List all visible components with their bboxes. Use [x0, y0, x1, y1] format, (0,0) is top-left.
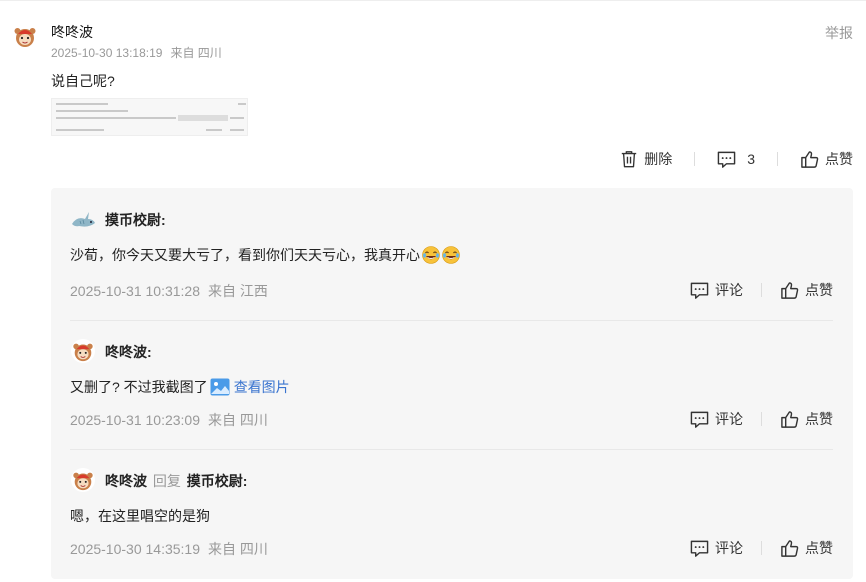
laugh-cry-icon [442, 246, 460, 264]
action-separator [761, 412, 762, 426]
reply-comment-label: 评论 [715, 540, 743, 556]
reply-timestamp: 2025-10-31 10:31:28 [70, 283, 200, 299]
reply-author[interactable]: 咚咚波 [105, 473, 147, 489]
comment-count-button[interactable]: 3 [717, 150, 755, 169]
mascot-avatar-icon [71, 339, 95, 363]
reply-like-button[interactable]: 点赞 [780, 280, 833, 300]
reply-location: 来自 四川 [208, 412, 268, 428]
avatar[interactable] [12, 23, 38, 49]
comment-action-bar: 删除 3 点赞 [620, 150, 853, 168]
mascot-avatar-icon [12, 23, 38, 49]
comment-icon [690, 410, 709, 429]
reply-like-label: 点赞 [805, 540, 833, 556]
screenshot-thumbnail[interactable] [51, 98, 248, 136]
reply-divider [70, 320, 833, 321]
mascot-avatar-icon [71, 468, 95, 492]
reply-timestamp: 2025-10-31 10:23:09 [70, 412, 200, 428]
comment-icon [690, 281, 709, 300]
comment-author[interactable]: 咚咚波 [51, 22, 93, 42]
comment-icon [690, 539, 709, 558]
reply-meta: 2025-10-31 10:31:28 来自 江西 [70, 281, 268, 301]
report-button[interactable]: 举报 [825, 23, 853, 43]
comment-count: 3 [747, 151, 755, 167]
reply-comment-label: 评论 [715, 411, 743, 427]
reply-author[interactable]: 摸币校尉: [105, 210, 166, 230]
reply-comment-button[interactable]: 评论 [690, 538, 743, 558]
trash-icon [620, 150, 638, 168]
laugh-cry-icon [422, 246, 440, 264]
comment-icon [717, 150, 736, 169]
reply-location: 来自 江西 [208, 283, 268, 299]
comment-text: 说自己呢? [51, 73, 115, 89]
top-divider [0, 0, 866, 1]
reply-like-button[interactable]: 点赞 [780, 538, 833, 558]
reply-meta: 2025-10-31 10:23:09 来自 四川 [70, 410, 268, 430]
reply-text: 沙荀，你今天又要大亏了，看到你们天天亏心，我真开心 [70, 245, 460, 265]
reply-divider [70, 449, 833, 450]
thumbs-up-icon [780, 281, 799, 300]
reply-to-word: 回复 [152, 473, 181, 489]
image-icon [210, 378, 230, 396]
comment-timestamp: 2025-10-30 13:18:19 [51, 46, 163, 60]
reply-text-content: 沙荀，你今天又要大亏了，看到你们天天亏心，我真开心 [70, 247, 420, 263]
reply-like-label: 点赞 [805, 411, 833, 427]
reply-text-content: 又删了? 不过我截图了 [70, 379, 208, 395]
avatar[interactable] [71, 339, 95, 363]
like-button[interactable]: 点赞 [800, 149, 853, 169]
replies-panel: 摸币校尉: 沙荀，你今天又要大亏了，看到你们天天亏心，我真开心 2025-10-… [51, 188, 853, 579]
fish-avatar-icon [72, 212, 95, 227]
reply-comment-label: 评论 [715, 282, 743, 298]
reply-comment-button[interactable]: 评论 [690, 409, 743, 429]
reply-actions: 评论 点赞 [690, 538, 833, 558]
reply-author[interactable]: 咚咚波: [105, 342, 152, 362]
reply-actions: 评论 点赞 [690, 280, 833, 300]
reply-actions: 评论 点赞 [690, 409, 833, 429]
action-separator [761, 283, 762, 297]
delete-label: 删除 [644, 151, 673, 167]
reply-comment-button[interactable]: 评论 [690, 280, 743, 300]
comment-location: 来自 四川 [170, 46, 222, 60]
reply-like-label: 点赞 [805, 282, 833, 298]
action-separator [694, 152, 696, 166]
reply-author-line: 咚咚波 回复 摸币校尉: [105, 471, 247, 491]
reply-meta: 2025-10-30 14:35:19 来自 四川 [70, 539, 268, 559]
avatar[interactable] [71, 209, 97, 229]
action-separator [777, 152, 778, 166]
reply-timestamp: 2025-10-30 14:35:19 [70, 541, 200, 557]
reply-to-author[interactable]: 摸币校尉: [187, 473, 248, 489]
avatar[interactable] [71, 468, 95, 492]
comment-meta: 2025-10-30 13:18:19 来自 四川 [51, 44, 222, 61]
view-image-link[interactable]: 查看图片 [234, 379, 290, 395]
reply-location: 来自 四川 [208, 541, 268, 557]
reply-like-button[interactable]: 点赞 [780, 409, 833, 429]
thumbs-up-icon [780, 539, 799, 558]
reply-text: 嗯，在这里唱空的是狗 [70, 508, 210, 524]
thumbs-up-icon [780, 410, 799, 429]
like-label: 点赞 [825, 151, 853, 167]
delete-button[interactable]: 删除 [620, 149, 672, 169]
action-separator [761, 541, 762, 555]
reply-text: 又删了? 不过我截图了 查看图片 [70, 377, 290, 397]
thumbs-up-icon [800, 150, 819, 169]
